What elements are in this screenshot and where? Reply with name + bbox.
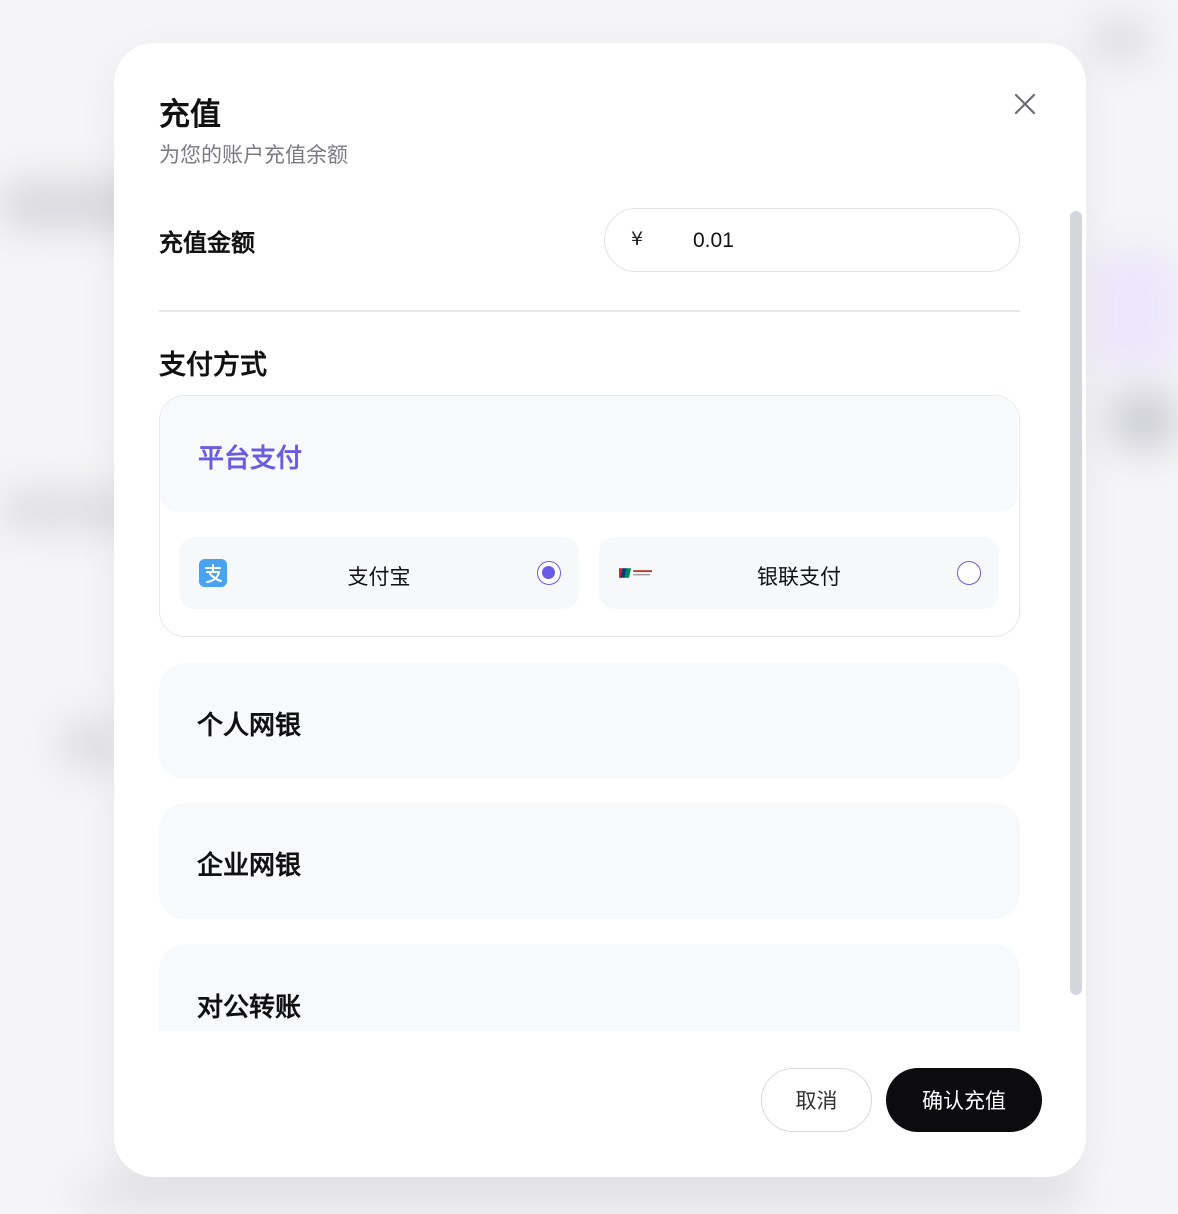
background-blob — [1090, 250, 1178, 370]
payment-method-title: 支付方式 — [159, 350, 267, 381]
close-icon — [1014, 93, 1036, 115]
cancel-button[interactable]: 取消 — [761, 1068, 872, 1132]
scrollbar[interactable] — [1070, 211, 1082, 995]
payment-method-list[interactable]: 平台支付 支付宝 银联支付 个人网银 企业网银 对公转账 — [159, 395, 1021, 1031]
payment-group-label: 平台支付 — [198, 444, 303, 474]
payment-group-label: 个人网银 — [197, 711, 302, 741]
background-blob — [1090, 20, 1150, 60]
payment-option-label: 银联支付 — [757, 565, 841, 589]
payment-group-enterprise-bank[interactable]: 企业网银 — [159, 803, 1020, 919]
payment-group-corporate-transfer[interactable]: 对公转账 — [159, 944, 1020, 1031]
alipay-radio[interactable] — [537, 561, 561, 585]
payment-option-label: 支付宝 — [347, 565, 411, 589]
payment-option-alipay[interactable]: 支付宝 — [179, 537, 579, 609]
divider — [159, 310, 1020, 312]
amount-label: 充值金额 — [159, 229, 255, 257]
amount-field[interactable]: ¥ — [604, 208, 1020, 272]
confirm-recharge-button[interactable]: 确认充值 — [886, 1068, 1042, 1132]
currency-symbol: ¥ — [631, 228, 644, 250]
payment-group-platform: 平台支付 支付宝 银联支付 — [159, 395, 1020, 637]
close-button[interactable] — [1010, 89, 1040, 119]
recharge-dialog: 充值 为您的账户充值余额 充值金额 ¥ 支付方式 平台支付 支付宝 — [114, 43, 1086, 1177]
background-blob — [80, 1180, 1080, 1210]
payment-option-unionpay[interactable]: 银联支付 — [599, 537, 999, 609]
dialog-title: 充值 — [159, 97, 221, 133]
background-blob — [60, 720, 120, 770]
payment-group-label: 企业网银 — [197, 851, 302, 881]
amount-input[interactable] — [693, 221, 993, 261]
dialog-subtitle: 为您的账户充值余额 — [159, 143, 348, 167]
payment-group-personal-bank[interactable]: 个人网银 — [159, 663, 1020, 779]
background-blob — [1110, 390, 1178, 450]
payment-group-header[interactable]: 平台支付 — [160, 396, 1018, 512]
unionpay-radio[interactable] — [957, 561, 981, 585]
payment-group-label: 对公转账 — [197, 993, 302, 1023]
